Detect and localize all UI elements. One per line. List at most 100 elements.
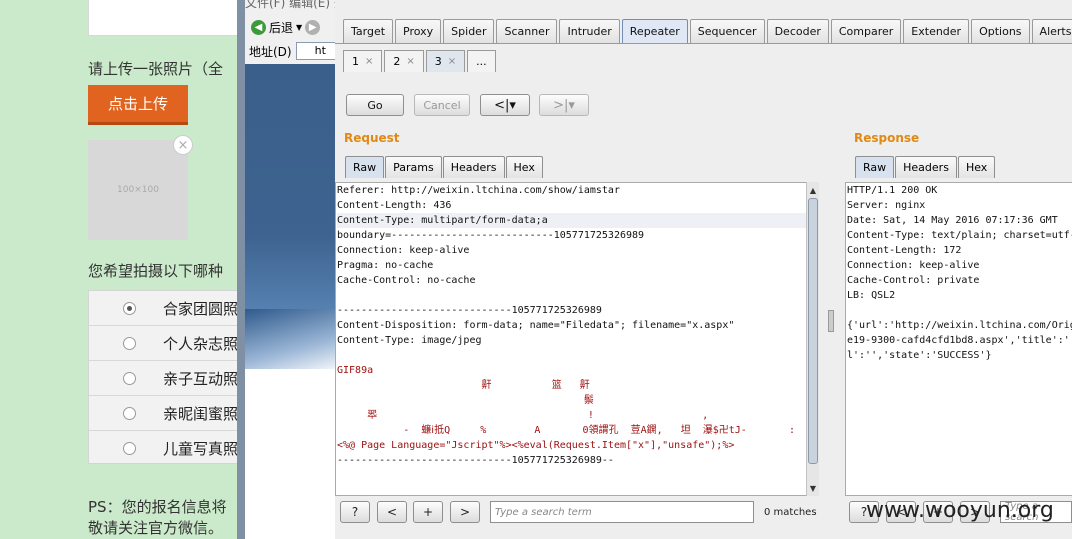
response-editor[interactable]: HTTP/1.1 200 OK Server: nginx Date: Sat, 1… [845, 182, 1072, 496]
browser-menubar[interactable]: 文件(F) 编辑(E) 查看(V) 收藏(A) 工具(T) 帮助(H) [245, 0, 347, 12]
radio-selected-icon[interactable] [123, 302, 136, 315]
main-tab-options[interactable]: Options [971, 19, 1030, 43]
go-button[interactable]: Go [346, 94, 404, 116]
watermark: www.wooyun.org [866, 498, 1054, 523]
response-line: Connection: keep-alive [847, 260, 980, 271]
response-view-tabs: Raw Headers Hex [855, 156, 996, 178]
history-back-button[interactable]: <|▾ [480, 94, 530, 116]
close-tab-icon[interactable]: × [365, 56, 373, 67]
scroll-down-icon[interactable]: ▼ [807, 482, 819, 494]
scroll-up-icon[interactable]: ▲ [807, 184, 819, 196]
main-tab-alerts[interactable]: Alerts [1031, 19, 1072, 43]
back-button-label[interactable]: 后退 [269, 19, 293, 36]
burp-suite-window: Target Proxy Spider Scanner Intruder Repeater… [335, 0, 1072, 539]
address-label: 地址(D) [249, 44, 292, 59]
back-arrow-icon[interactable]: ◀ [251, 19, 266, 35]
dropdown-arrow-icon[interactable]: ▼ [296, 23, 302, 32]
request-line: 鬃 [337, 395, 594, 406]
response-line [847, 303, 1072, 318]
repeater-tab-label: 2 [393, 55, 401, 68]
cancel-button[interactable]: Cancel [414, 94, 470, 116]
request-title: Request [344, 131, 400, 145]
repeater-tab[interactable]: 2 × [384, 50, 424, 72]
main-tab-sequencer[interactable]: Sequencer [689, 19, 765, 43]
option-label: 个人杂志照 [163, 335, 239, 353]
main-tab-repeater[interactable]: Repeater [621, 19, 688, 43]
main-tab-target[interactable]: Target [343, 19, 394, 43]
request-tab-headers[interactable]: Headers [442, 156, 505, 178]
request-line [337, 348, 806, 363]
upload-prompt: 请上传一张照片（全 [88, 60, 224, 78]
search-next-button[interactable]: > [450, 501, 480, 523]
option-item[interactable]: 亲子互动照 [89, 361, 245, 396]
upload-button[interactable]: 点击上传 [88, 85, 188, 125]
response-line: Date: Sat, 14 May 2016 07:17:36 GMT [847, 215, 1058, 226]
request-line: Pragma: no-cache [337, 260, 434, 271]
search-help-button[interactable]: ? [340, 501, 370, 523]
response-line: {'url':'http://weixin.ltchina.com/Orig [847, 320, 1072, 331]
text-input-box[interactable] [88, 0, 245, 36]
option-item[interactable]: 儿童写真照 [89, 431, 245, 466]
history-forward-button[interactable]: >|▾ [539, 94, 589, 116]
ps-line-2: 敬请关注官方微信。 [88, 519, 224, 537]
radio-icon[interactable] [123, 337, 136, 350]
main-tab-extender[interactable]: Extender [903, 19, 970, 43]
request-line [337, 288, 806, 303]
response-tab-headers[interactable]: Headers [895, 156, 957, 178]
photo-type-question: 您希望拍摄以下哪种 [88, 262, 224, 280]
tab-divider [335, 43, 1072, 44]
search-options-button[interactable]: + [413, 501, 443, 523]
repeater-tab[interactable]: ... [467, 50, 496, 72]
request-line: Connection: keep-alive [337, 245, 470, 256]
scroll-thumb[interactable] [808, 198, 818, 464]
option-label: 儿童写真照 [163, 440, 239, 458]
radio-icon[interactable] [123, 372, 136, 385]
split-pane-handle[interactable] [828, 310, 834, 332]
request-view-tabs: Raw Params Headers Hex [345, 156, 544, 178]
browser-window: 文件(F) 编辑(E) 查看(V) 收藏(A) 工具(T) 帮助(H) ◀ 后退… [237, 0, 347, 539]
response-line: e19-9300-cafd4cfd1bd8.aspx','title':' [847, 335, 1070, 346]
page-banner-gradient [245, 309, 347, 369]
main-tabs: Target Proxy Spider Scanner Intruder Repeater… [343, 19, 1072, 43]
option-item[interactable]: 个人杂志照 [89, 326, 245, 361]
response-line: l':'','state':'SUCCESS'} [847, 350, 992, 361]
response-line: Server: nginx [847, 200, 926, 211]
main-tab-decoder[interactable]: Decoder [766, 19, 829, 43]
radio-icon[interactable] [123, 407, 136, 420]
main-tab-intruder[interactable]: Intruder [559, 19, 620, 43]
request-tab-params[interactable]: Params [385, 156, 442, 178]
request-line: -----------------------------10577172532… [337, 305, 602, 316]
photo-thumbnail: 100×100 [88, 140, 188, 240]
request-tab-hex[interactable]: Hex [505, 156, 543, 178]
request-line: Referer: http://weixin.ltchina.com/show/… [337, 185, 620, 196]
request-line: Content-Length: 436 [337, 200, 452, 211]
response-tab-hex[interactable]: Hex [957, 156, 996, 178]
close-tab-icon[interactable]: × [406, 56, 414, 67]
main-tab-scanner[interactable]: Scanner [496, 19, 558, 43]
repeater-tab[interactable]: 3 × [425, 50, 466, 72]
response-tab-raw[interactable]: Raw [855, 156, 895, 178]
request-line: -----------------------------10577172532… [337, 455, 614, 466]
remove-photo-icon[interactable]: × [173, 135, 193, 155]
request-tab-raw[interactable]: Raw [345, 156, 385, 178]
search-input[interactable]: Type a search term [490, 501, 754, 523]
close-tab-icon[interactable]: × [448, 56, 456, 67]
repeater-tab-label: ... [476, 55, 487, 68]
request-line: Content-Type: image/jpeg [337, 335, 482, 346]
main-tab-comparer[interactable]: Comparer [830, 19, 902, 43]
option-label: 亲子互动照 [163, 370, 239, 388]
request-line: Content-Type: multipart/form-data;a [337, 213, 806, 228]
main-tab-spider[interactable]: Spider [443, 19, 495, 43]
forward-arrow-icon[interactable]: ▶ [305, 19, 321, 35]
request-scrollbar[interactable]: ▲ ▼ [806, 182, 819, 496]
response-title: Response [854, 131, 920, 145]
search-prev-button[interactable]: < [377, 501, 407, 523]
repeater-tab[interactable]: 1 × [343, 50, 383, 72]
option-item[interactable]: 合家团圆照 [89, 291, 245, 326]
radio-icon[interactable] [123, 442, 136, 455]
main-tab-proxy[interactable]: Proxy [395, 19, 442, 43]
request-editor[interactable]: Referer: http://weixin.ltchina.com/show/… [335, 182, 807, 496]
option-item[interactable]: 亲昵闺蜜照 [89, 396, 245, 431]
response-line: Content-Length: 172 [847, 245, 962, 256]
ps-line-1: PS：您的报名信息将 [88, 498, 227, 516]
